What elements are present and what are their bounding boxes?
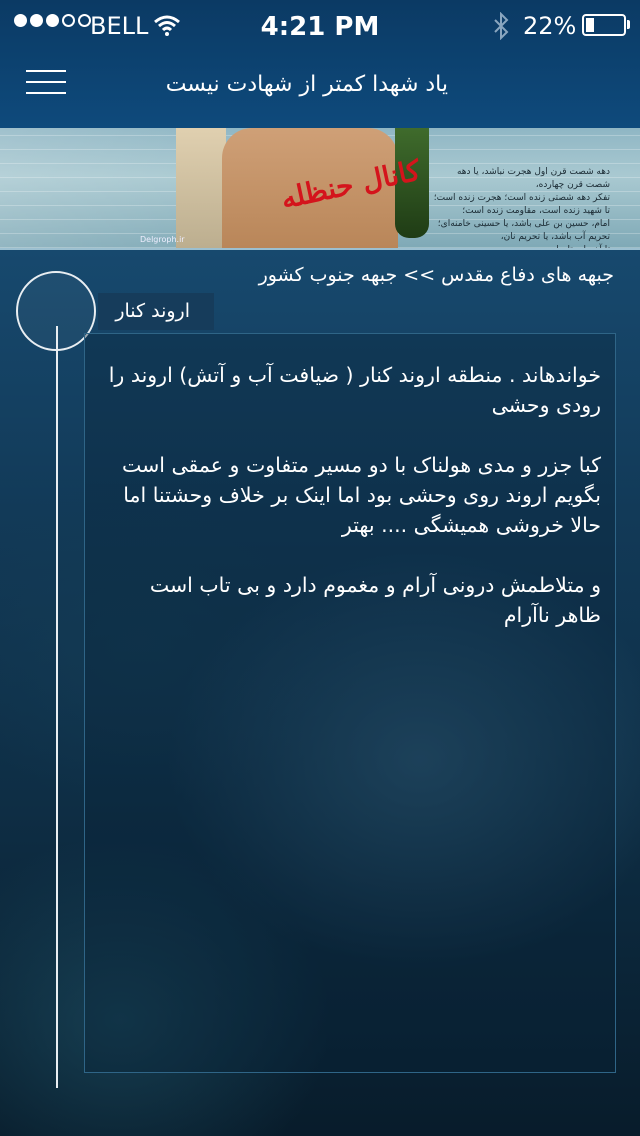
battery-icon — [582, 14, 626, 36]
paragraph: کبا جزر و مدی هولناک با دو مسیر متفاوت و… — [121, 453, 601, 537]
entry-tag: اروند کنار — [98, 293, 214, 330]
battery-tip — [627, 20, 630, 29]
banner-text-line: تا شهید زنده است، مقاومت زنده است؛ — [462, 206, 610, 216]
header-banner-image: کانال حنظله دهه شصت قرن اول هجرت نباشد، … — [0, 128, 640, 250]
hamburger-menu-icon[interactable] — [26, 68, 68, 96]
battery-level — [586, 18, 594, 32]
banner-credit: Delgroph.ir — [140, 235, 185, 244]
page-title: یاد شهدا کمتر از شهادت نیست — [165, 72, 448, 97]
banner-figure-arm — [176, 128, 226, 248]
bluetooth-icon — [494, 12, 509, 40]
banner-text-line: تحریم آب باشد، یا تحریم نان، — [500, 232, 610, 242]
top-bar: BELL 4:21 PM 22% یاد شهدا کمتر از شهادت … — [0, 0, 640, 128]
paragraph: و متلاطمش درونی آرام و مغموم دارد و بی ت… — [149, 573, 601, 627]
banner-text-line: امام، حسین بن علی باشد، یا حسینی خامنه‌ا… — [437, 219, 610, 229]
banner-poem-text: دهه شصت قرن اول هجرت نباشد، یا دهه شصت ق… — [430, 166, 610, 250]
breadcrumb[interactable]: جبهه های دفاع مقدس >> جبهه جنوب کشور — [259, 264, 614, 286]
navigation-bar: یاد شهدا کمتر از شهادت نیست — [0, 52, 640, 128]
content-card: خواندهاند . منطقه اروند کنار ( ضیافت آب … — [84, 333, 616, 1073]
banner-text-line: تا آخر ایستاده‌ایم. — [544, 245, 610, 250]
paragraph: خواندهاند . منطقه اروند کنار ( ضیافت آب … — [108, 363, 601, 417]
status-bar: BELL 4:21 PM 22% — [0, 0, 640, 52]
banner-text-line: دهه شصت قرن اول هجرت نباشد، یا دهه شصت ق… — [456, 167, 610, 190]
battery-percent: 22% — [523, 12, 577, 40]
banner-text-line: تفکر دهه شصتی زنده است؛ هجرت زنده است؛ — [433, 193, 610, 203]
timeline-line — [56, 326, 58, 1088]
entry-tag-label: اروند کنار — [115, 300, 190, 322]
entry-body: خواندهاند . منطقه اروند کنار ( ضیافت آب … — [99, 360, 601, 660]
